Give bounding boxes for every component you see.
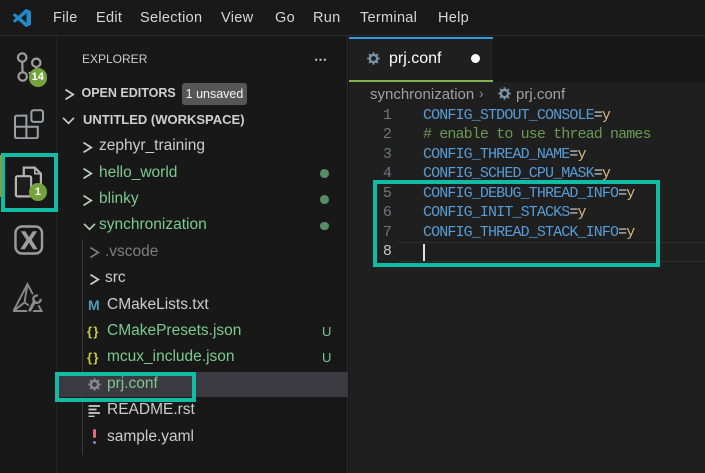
svg-text:X: X	[20, 227, 37, 255]
